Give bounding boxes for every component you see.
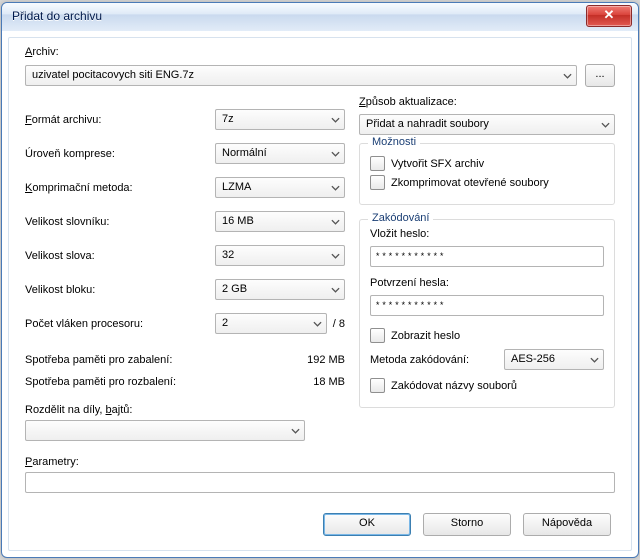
threads-label: Počet vláken procesoru: [25,318,195,330]
threads-suffix: / 8 [333,318,345,330]
word-combo[interactable]: 32 [215,245,345,266]
checkbox-box-icon [370,175,385,190]
archive-label: Archiv: [25,46,615,58]
browse-button[interactable]: ... [585,64,615,87]
chevron-down-icon [331,251,340,260]
archive-value: uzivatel pocitacovych siti ENG.7z [32,69,194,81]
mem-pack-label: Spotřeba paměti pro zabalení: [25,354,223,366]
ok-button[interactable]: OK [323,513,411,536]
block-label: Velikost bloku: [25,284,195,296]
mem-pack-value: 192 MB [223,354,345,366]
client-area: Archiv: uzivatel pocitacovych siti ENG.7… [8,37,632,551]
update-combo[interactable]: Přidat a nahradit soubory [359,114,615,135]
chevron-down-icon [590,355,599,364]
chevron-down-icon [331,285,340,294]
encryption-group: Zakódování Vložit heslo: *********** Pot… [359,219,615,408]
chevron-down-icon [331,217,340,226]
password-input[interactable]: *********** [370,246,604,267]
update-label: Způsob aktualizace: [359,96,615,108]
level-combo[interactable]: Normální [215,143,345,164]
openfiles-checkbox[interactable]: Zkomprimovat otevřené soubory [370,175,604,190]
archive-combo[interactable]: uzivatel pocitacovych siti ENG.7z [25,65,577,86]
chevron-down-icon [601,120,610,129]
checkbox-box-icon [370,378,385,393]
dict-combo[interactable]: 16 MB [215,211,345,232]
method-label: Komprimační metoda: [25,182,195,194]
encmethod-combo[interactable]: AES-256 [504,349,604,370]
window-title: Přidat do archivu [12,9,102,23]
chevron-down-icon [563,71,572,80]
split-label: Rozdělit na díly, bajtů: [25,404,345,416]
dialog-window: Přidat do archivu ✕ Archiv: uzivatel poc… [1,2,639,558]
chevron-down-icon [313,319,322,328]
password2-input[interactable]: *********** [370,295,604,316]
checkbox-box-icon [370,156,385,171]
mem-unpack-value: 18 MB [223,376,345,388]
password-label: Vložit heslo: [370,228,604,240]
options-legend: Možnosti [368,136,420,148]
encryption-legend: Zakódování [368,212,433,224]
options-group: Možnosti Vytvořit SFX archiv Zkomprimova… [359,143,615,205]
chevron-down-icon [331,149,340,158]
word-label: Velikost slova: [25,250,195,262]
showpw-checkbox[interactable]: Zobrazit heslo [370,328,604,343]
dict-label: Velikost slovníku: [25,216,195,228]
mem-unpack-label: Spotřeba paměti pro rozbalení: [25,376,223,388]
threads-combo[interactable]: 2 [215,313,327,334]
titlebar: Přidat do archivu ✕ [2,3,638,31]
params-input[interactable] [25,472,615,493]
help-button[interactable]: Nápověda [523,513,611,536]
format-label: Formát archivu: [25,114,195,126]
chevron-down-icon [291,426,300,435]
close-button[interactable]: ✕ [586,5,632,27]
format-combo[interactable]: 7z [215,109,345,130]
dialog-footer: OK Storno Nápověda [17,513,623,536]
checkbox-box-icon [370,328,385,343]
sfx-checkbox[interactable]: Vytvořit SFX archiv [370,156,604,171]
password2-label: Potvrzení hesla: [370,277,604,289]
split-combo[interactable] [25,420,305,441]
encryptnames-checkbox[interactable]: Zakódovat názvy souborů [370,378,604,393]
block-combo[interactable]: 2 GB [215,279,345,300]
params-label: Parametry: [25,456,615,468]
level-label: Úroveň komprese: [25,148,195,160]
method-combo[interactable]: LZMA [215,177,345,198]
chevron-down-icon [331,115,340,124]
cancel-button[interactable]: Storno [423,513,511,536]
close-icon: ✕ [604,7,615,22]
encmethod-label: Metoda zakódování: [370,354,469,366]
chevron-down-icon [331,183,340,192]
